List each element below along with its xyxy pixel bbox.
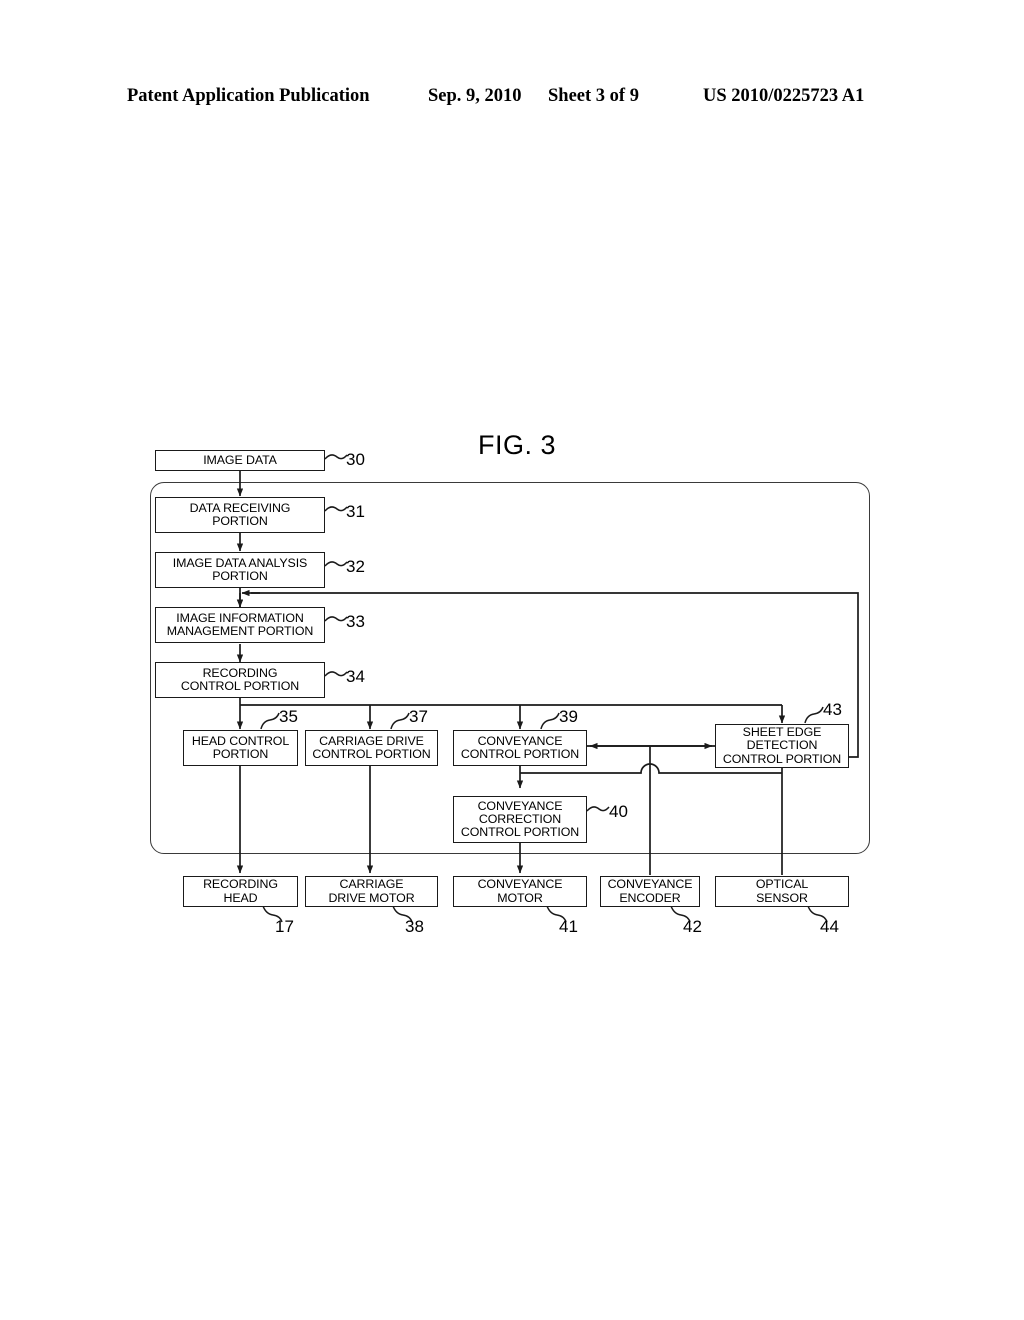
block-sheet-edge-detection-control-portion[interactable]: SHEET EDGE DETECTION CONTROL PORTION [715, 724, 849, 768]
ref-numeral-33: 33 [346, 612, 365, 631]
ref-numeral-43: 43 [823, 700, 842, 719]
block-image-data[interactable]: IMAGE DATA [155, 450, 325, 471]
block-carriage-drive-control-portion[interactable]: CARRIAGE DRIVE CONTROL PORTION [305, 730, 438, 766]
ref-numeral-39: 39 [559, 707, 578, 726]
block-image-data-analysis-portion[interactable]: IMAGE DATA ANALYSIS PORTION [155, 552, 325, 588]
ref-numeral-32: 32 [346, 557, 365, 576]
block-optical-sensor[interactable]: OPTICAL SENSOR [715, 876, 849, 907]
figure-3: FIG. 3 IMAGE DATA DATA RECEIVING PORTION… [0, 0, 1024, 1320]
block-head-control-portion[interactable]: HEAD CONTROL PORTION [183, 730, 298, 766]
block-carriage-drive-motor[interactable]: CARRIAGE DRIVE MOTOR [305, 876, 438, 907]
block-conveyance-motor[interactable]: CONVEYANCE MOTOR [453, 876, 587, 907]
ref-numeral-17: 17 [275, 917, 294, 936]
ref-numeral-31: 31 [346, 502, 365, 521]
block-image-information-management-portion[interactable]: IMAGE INFORMATION MANAGEMENT PORTION [155, 607, 325, 643]
ref-numeral-35: 35 [279, 707, 298, 726]
ref-numeral-41: 41 [559, 917, 578, 936]
block-data-receiving-portion[interactable]: DATA RECEIVING PORTION [155, 497, 325, 533]
block-conveyance-correction-control-portion[interactable]: CONVEYANCE CORRECTION CONTROL PORTION [453, 796, 587, 843]
figure-title: FIG. 3 [478, 430, 557, 460]
block-conveyance-control-portion[interactable]: CONVEYANCE CONTROL PORTION [453, 730, 587, 766]
ref-numeral-30: 30 [346, 450, 365, 469]
ref-numeral-40: 40 [609, 802, 628, 821]
ref-numeral-38: 38 [405, 917, 424, 936]
ref-numeral-34: 34 [346, 667, 365, 686]
ref-numeral-42: 42 [683, 917, 702, 936]
ref-numeral-44: 44 [820, 917, 839, 936]
block-conveyance-encoder[interactable]: CONVEYANCE ENCODER [600, 876, 700, 907]
block-recording-head[interactable]: RECORDING HEAD [183, 876, 298, 907]
block-recording-control-portion[interactable]: RECORDING CONTROL PORTION [155, 662, 325, 698]
ref-numeral-37: 37 [409, 707, 428, 726]
